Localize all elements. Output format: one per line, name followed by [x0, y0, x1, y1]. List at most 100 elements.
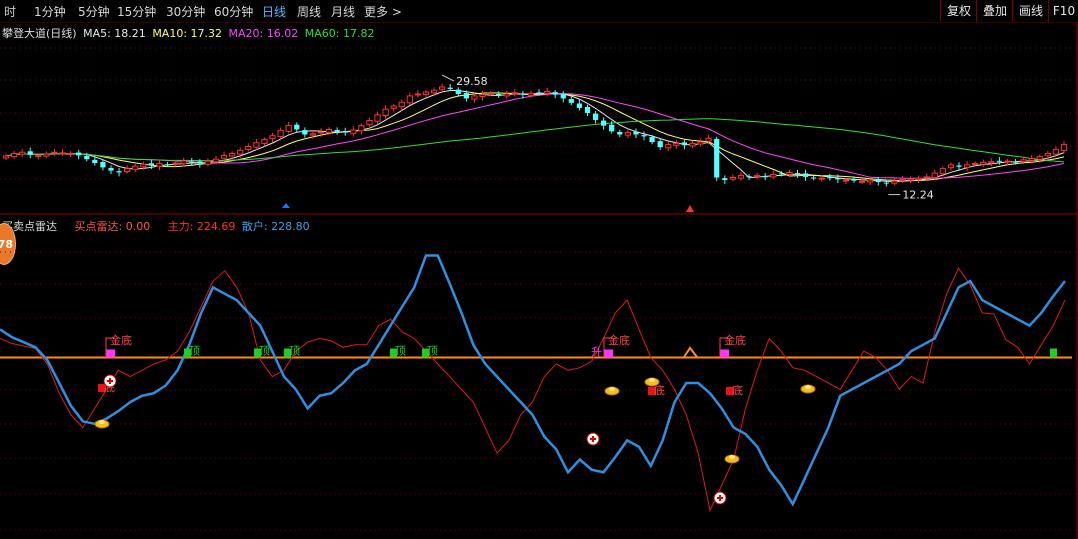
candle-body	[430, 89, 438, 94]
ma-lines	[5, 90, 1065, 183]
candle-body	[172, 162, 179, 165]
candle-body	[907, 178, 914, 181]
candle-body	[2, 155, 10, 159]
candle-body	[746, 176, 752, 178]
candle-body	[714, 138, 720, 178]
candle-body	[956, 165, 962, 167]
candle-body	[1012, 161, 1019, 163]
candle-body	[140, 163, 147, 168]
candle-body	[67, 152, 74, 155]
candle-body	[455, 89, 461, 95]
gold-bottom-label: 金底	[724, 333, 746, 347]
candle-body	[116, 171, 122, 173]
gold-ingot-top	[609, 387, 615, 391]
candle-body	[931, 172, 938, 179]
candle-body	[963, 164, 971, 168]
candle-body	[584, 106, 591, 113]
candle-body	[204, 160, 212, 165]
candle-body	[996, 160, 1003, 162]
high-pointer	[441, 74, 455, 82]
candle-body	[576, 103, 583, 108]
date-marker-icon	[686, 205, 694, 212]
bottom-label: 底	[732, 383, 743, 397]
candle-body	[729, 177, 736, 180]
top-label: 顶	[189, 345, 200, 358]
candle-body	[59, 152, 66, 155]
top-label: 顶	[427, 345, 438, 358]
low-price-label: 12.24	[902, 189, 934, 202]
gold-bottom-label: 金底	[110, 333, 132, 347]
rise-label: 升	[591, 346, 602, 359]
candle-body	[649, 137, 655, 143]
kline-chart[interactable]: 29.5812.24 顶顶顶顶顶金底 金底 金底升底底底	[0, 0, 1078, 539]
candle-body	[899, 178, 906, 181]
candle-body	[180, 160, 187, 165]
candle-body	[827, 177, 833, 179]
candle-body	[334, 130, 340, 132]
candle-body	[164, 164, 171, 166]
candle-body	[972, 163, 979, 166]
candle-body	[197, 161, 203, 164]
candle-body	[212, 158, 220, 163]
candle-body	[835, 178, 841, 180]
gold-bottom-marker	[106, 349, 115, 358]
top-label: 顶	[395, 345, 406, 358]
candle-body	[269, 135, 276, 140]
candle-body	[794, 173, 801, 175]
candle-body	[867, 179, 874, 183]
candle-body	[947, 164, 955, 169]
gold-ingot-top	[805, 385, 811, 389]
candle-body	[1004, 160, 1011, 163]
candle-body	[633, 131, 639, 135]
candle-body	[665, 144, 672, 149]
candle-body	[503, 93, 510, 97]
candle-body	[689, 142, 696, 147]
candle-body	[543, 90, 551, 94]
retail-line	[0, 254, 1066, 507]
candle-body	[560, 93, 566, 99]
candle-body	[108, 168, 114, 171]
candle-body	[10, 152, 18, 158]
candle-body	[294, 124, 300, 130]
candle-body	[1044, 152, 1051, 157]
candle-body	[317, 131, 325, 134]
candle-body	[1028, 158, 1035, 161]
candle-body	[27, 151, 33, 155]
candle-body	[883, 182, 889, 184]
candle-body	[520, 93, 526, 95]
candle-body	[988, 161, 995, 164]
candle-body	[786, 171, 793, 175]
candle-body	[237, 149, 244, 155]
gold-ingot-top	[649, 378, 655, 382]
candle-body	[915, 177, 922, 180]
candle-body	[818, 177, 825, 180]
candle-body	[722, 178, 728, 181]
candle-body	[342, 131, 348, 133]
candle-body	[762, 176, 768, 178]
candle-body	[487, 92, 494, 95]
candle-body	[681, 142, 688, 146]
candle-body	[778, 173, 784, 175]
zero-line-notch	[683, 346, 698, 358]
candle-body	[325, 128, 333, 134]
candle-body	[802, 173, 809, 177]
candle-body	[19, 151, 26, 155]
candle-body	[592, 113, 599, 120]
candle-body	[923, 176, 930, 179]
ma10-line	[5, 92, 1065, 182]
candle-body	[84, 156, 90, 160]
candle-body	[253, 142, 260, 148]
candle-body	[527, 92, 535, 96]
candle-body	[51, 151, 58, 154]
candle-body	[422, 91, 430, 96]
candle-body	[875, 179, 881, 182]
candle-body	[382, 108, 389, 117]
gold-bottom-marker	[604, 349, 613, 358]
candle-body	[624, 132, 632, 136]
candle-body	[939, 168, 946, 175]
candle-body	[438, 86, 446, 90]
candle-body	[609, 124, 615, 132]
gold-bottom-label: 金底	[608, 333, 630, 347]
candle-body	[406, 95, 413, 104]
top-label: 顶	[259, 345, 270, 358]
